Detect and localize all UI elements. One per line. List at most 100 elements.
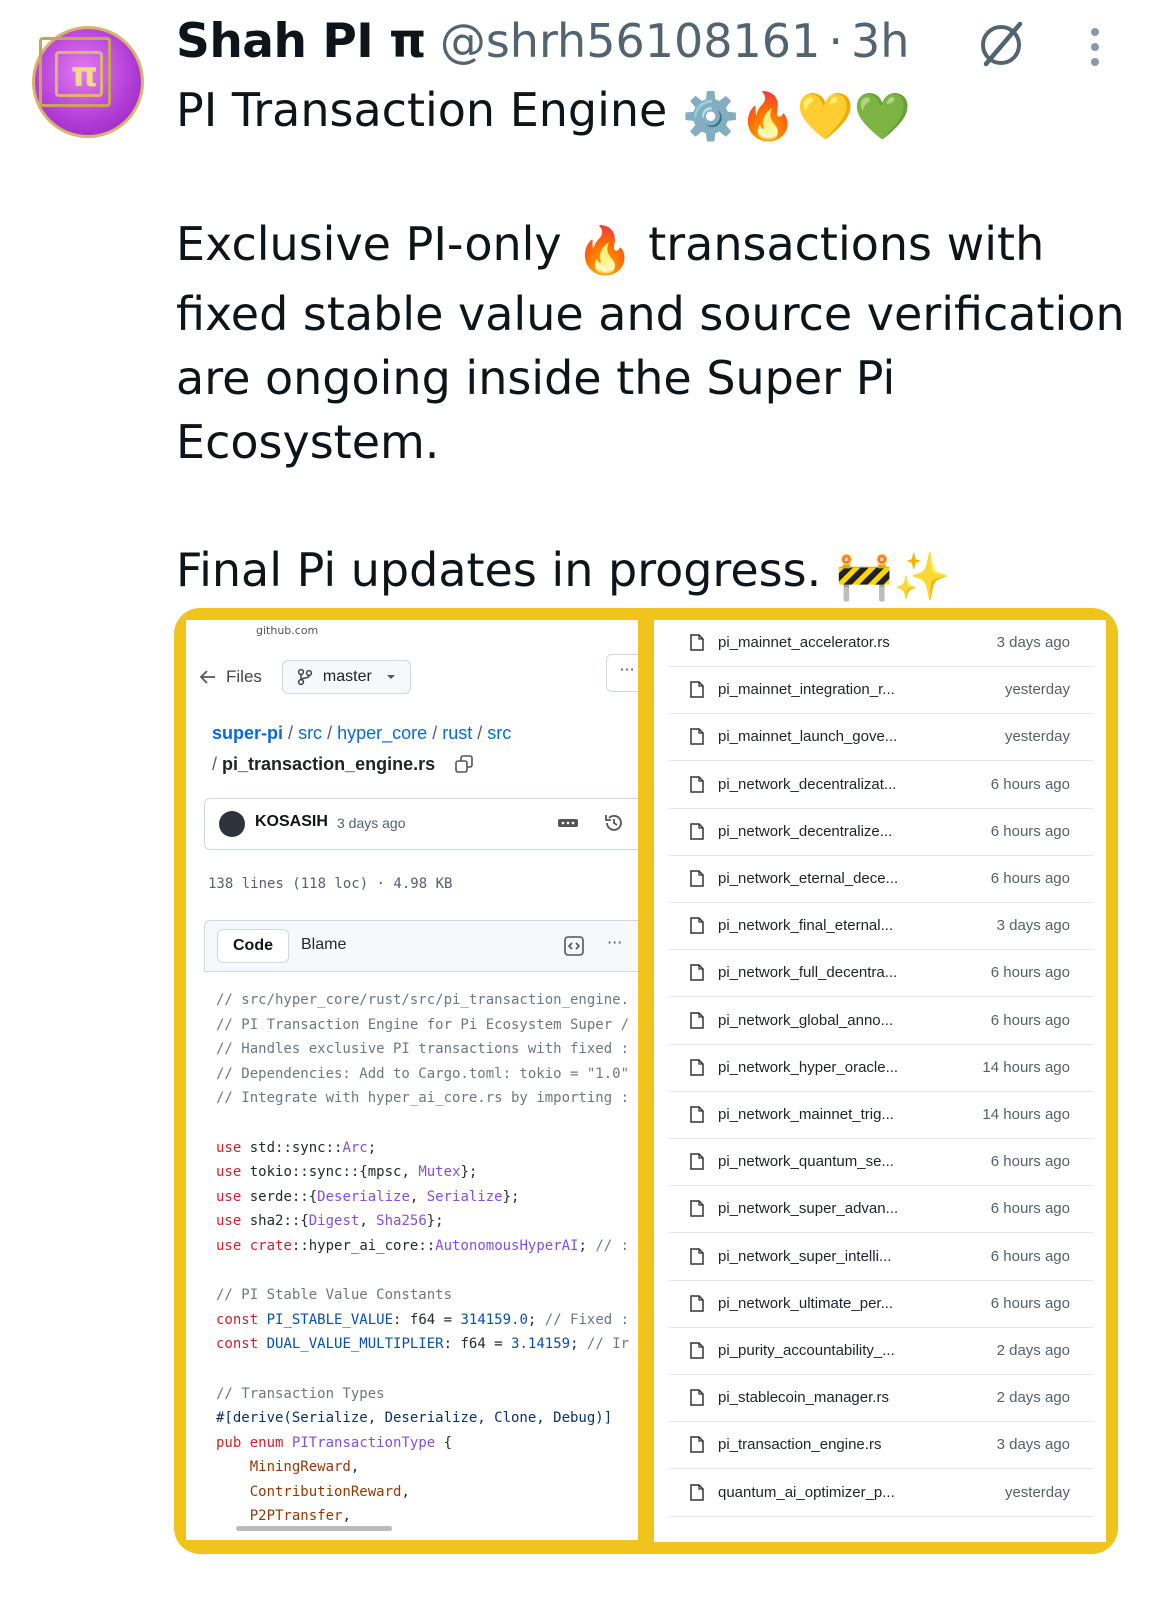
fire-emoji-icon: 🔥 [576,223,634,277]
tweet-media-image[interactable]: github.com Files master ··· super-pi / s… [174,608,1118,1554]
author-name[interactable]: Shah PI π [176,14,426,69]
more-vertical-icon[interactable] [1080,24,1110,70]
code-symbols-icon[interactable] [563,935,585,957]
file-list-item[interactable]: quantum_ai_optimizer_p... yesterday [668,1470,1094,1517]
file-list-item[interactable]: pi_network_eternal_dece... 6 hours ago [668,856,1094,903]
file-name[interactable]: pi_network_full_decentra... [718,964,897,981]
branch-selector[interactable]: master [281,660,411,694]
file-name[interactable]: pi_network_decentralize... [718,823,892,840]
file-name[interactable]: pi_network_super_intelli... [718,1248,891,1265]
file-list-item[interactable]: pi_network_super_intelli... 6 hours ago [668,1234,1094,1281]
github-file-view-screenshot: github.com Files master ··· super-pi / s… [186,620,638,1540]
file-icon [690,964,704,982]
tweet-paragraph-3: Final Pi updates in progress. 🚧✨ [176,538,1136,608]
file-list-item[interactable]: pi_network_final_eternal... 3 days ago [668,903,1094,951]
green-heart-emoji-icon: 💚 [853,89,912,143]
file-updated-time: 14 hours ago [982,1058,1070,1076]
arrow-left-icon [200,670,215,684]
file-updated-time: 2 days ago [996,1342,1070,1359]
breadcrumb-sep: / [288,723,294,743]
file-icon [690,823,704,840]
file-list-item[interactable]: pi_transaction_engine.rs 3 days ago [668,1422,1094,1470]
git-branch-icon [297,668,313,686]
file-name[interactable]: pi_mainnet_accelerator.rs [718,634,890,651]
file-name[interactable]: pi_purity_accountability_... [718,1342,895,1359]
more-horizontal-icon[interactable]: ··· [607,933,622,952]
chevron-down-icon [386,675,395,679]
file-list-item[interactable]: pi_network_mainnet_trig... 14 hours ago [668,1092,1094,1139]
breadcrumb-src[interactable]: src [298,723,322,743]
file-list-item[interactable]: pi_mainnet_integration_r... yesterday [668,667,1094,715]
horizontal-scrollbar[interactable] [236,1526,392,1531]
file-name[interactable]: pi_transaction_engine.rs [718,1436,881,1453]
file-name[interactable]: pi_mainnet_launch_gove... [718,728,897,745]
file-name[interactable]: quantum_ai_optimizer_p... [718,1484,895,1501]
latest-commit-box: KOSASIH 3 days ago [204,798,638,850]
commit-message-toggle-icon[interactable] [557,817,579,829]
file-list-item[interactable]: pi_network_decentralize... 6 hours ago [668,809,1094,856]
author-avatar[interactable]: π [32,26,144,138]
file-list-item[interactable]: pi_network_super_advan... 6 hours ago [668,1186,1094,1234]
tweet-paragraph-2: Exclusive PI-only 🔥 transactions with fi… [176,212,1136,474]
file-updated-time: 2 days ago [996,1389,1070,1407]
file-name[interactable]: pi_network_mainnet_trig... [718,1106,894,1123]
file-list-item[interactable]: pi_network_decentralizat... 6 hours ago [668,762,1094,809]
file-updated-time: 3 days ago [996,634,1070,651]
file-updated-time: 6 hours ago [990,775,1070,793]
file-list-item[interactable]: pi_network_ultimate_per... 6 hours ago [668,1281,1094,1328]
tweet-title: PI Transaction Engine [176,83,668,137]
file-name[interactable]: pi_network_decentralizat... [718,776,896,793]
file-options-button[interactable]: ··· [606,654,638,692]
file-updated-time: 6 hours ago [990,1011,1070,1029]
file-name[interactable]: pi_network_quantum_se... [718,1153,894,1170]
files-back-button[interactable]: Files [200,667,262,687]
construction-emoji-icon: 🚧 [835,549,894,603]
code-view-toolbar: Code Blame ··· [204,920,638,972]
file-name[interactable]: pi_network_super_advan... [718,1200,898,1217]
file-list-item[interactable]: pi_purity_accountability_... 2 days ago [668,1328,1094,1375]
author-handle[interactable]: @shrh56108161 [440,14,821,68]
file-updated-time: 6 hours ago [990,1200,1070,1218]
file-list-item[interactable]: pi_network_quantum_se... 6 hours ago [668,1139,1094,1187]
breadcrumb-src-2[interactable]: src [487,723,511,743]
file-updated-time: 6 hours ago [990,1247,1070,1265]
more-horizontal-icon: ··· [619,660,635,679]
fire-emoji-icon: 🔥 [739,89,797,143]
copy-path-icon[interactable] [454,754,474,774]
file-list-item[interactable]: pi_network_global_anno... 6 hours ago [668,998,1094,1045]
breadcrumb-hyper-core[interactable]: hyper_core [337,723,427,743]
grok-icon[interactable] [976,18,1028,70]
file-name[interactable]: pi_network_eternal_dece... [718,870,898,887]
file-updated-time: yesterday [1004,728,1070,746]
file-name[interactable]: pi_network_ultimate_per... [718,1295,893,1312]
file-list-item[interactable]: pi_stablecoin_manager.rs 2 days ago [668,1375,1094,1423]
avatar-pi-glyph: π [71,55,98,95]
tab-blame[interactable]: Blame [301,929,346,961]
file-icon [690,1059,704,1076]
committer-avatar[interactable] [219,811,245,837]
file-list-item[interactable]: pi_network_full_decentra... 6 hours ago [668,950,1094,998]
file-name[interactable]: pi_network_final_eternal... [718,917,893,934]
file-list-item[interactable]: pi_mainnet_launch_gove... yesterday [668,714,1094,762]
tab-code[interactable]: Code [217,929,289,963]
tweet-timestamp[interactable]: 3h [851,14,909,68]
history-icon[interactable] [603,812,625,834]
file-updated-time: 3 days ago [996,917,1070,935]
file-name[interactable]: pi_network_hyper_oracle... [718,1059,898,1076]
file-list-item[interactable]: pi_mainnet_accelerator.rs 3 days ago [668,620,1094,667]
file-icon [690,1153,704,1170]
commit-author[interactable]: KOSASIH [255,813,328,831]
yellow-heart-emoji-icon: 💛 [796,89,854,143]
file-name[interactable]: pi_network_global_anno... [718,1012,893,1029]
file-name[interactable]: pi_mainnet_integration_r... [718,681,895,698]
file-updated-time: 6 hours ago [990,870,1070,887]
breadcrumb-repo[interactable]: super-pi [212,723,283,743]
file-list-item[interactable]: pi_network_hyper_oracle... 14 hours ago [668,1045,1094,1092]
breadcrumb-sep: / [327,723,333,743]
sparkles-emoji-icon: ✨ [893,549,951,603]
file-icon [690,1295,704,1312]
file-updated-time: 3 days ago [996,1436,1070,1454]
breadcrumb-rust[interactable]: rust [442,723,472,743]
breadcrumb-sep: / [477,723,483,743]
file-name[interactable]: pi_stablecoin_manager.rs [718,1389,889,1406]
